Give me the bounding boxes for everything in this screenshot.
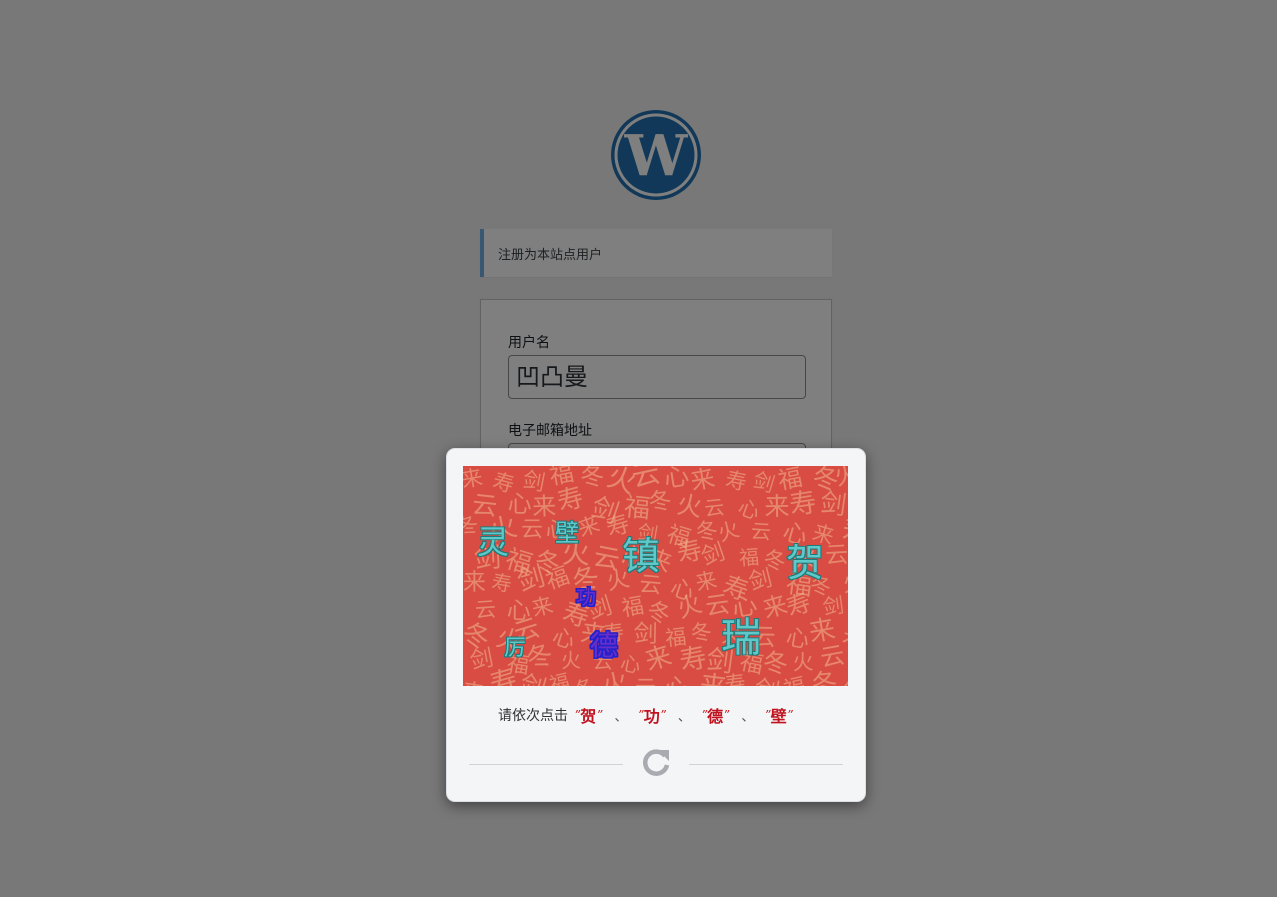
background-glyph: 云 xyxy=(474,597,497,622)
captcha-dialog: 来寿剑福冬火云心来寿剑福冬火云心来寿剑福冬火云心来寿剑福冬火云心来寿剑福冬火云心… xyxy=(446,448,866,802)
background-glyph: 寿 xyxy=(490,569,514,596)
background-glyph: 寿 xyxy=(723,671,747,686)
separator: 、 xyxy=(741,709,755,725)
separator: 、 xyxy=(614,709,628,725)
target-char-1: 贺 xyxy=(580,707,597,726)
quote-mark: ” xyxy=(659,708,666,722)
background-glyph: 云 xyxy=(635,676,656,686)
background-glyph: 云 xyxy=(825,542,848,569)
background-glyph: 来 xyxy=(764,492,790,521)
background-glyph: 福 xyxy=(620,594,646,622)
background-glyph: 云 xyxy=(521,517,543,542)
background-glyph: 云 xyxy=(703,495,725,521)
divider-right xyxy=(689,764,843,765)
captcha-char[interactable]: 功 xyxy=(576,585,596,609)
background-glyph: 火 xyxy=(675,490,704,523)
captcha-char[interactable]: 灵 xyxy=(477,523,509,561)
quote-mark: ” xyxy=(786,708,793,722)
background-glyph: 冬 xyxy=(647,488,673,516)
background-glyph: 来 xyxy=(463,570,486,596)
captcha-char[interactable]: 镇 xyxy=(622,534,660,578)
captcha-char[interactable]: 贺 xyxy=(786,541,824,585)
background-glyph: 福 xyxy=(738,545,760,570)
captcha-char[interactable]: 德 xyxy=(590,629,618,662)
background-glyph: 冬 xyxy=(580,466,604,491)
captcha-char[interactable]: 瑞 xyxy=(721,615,761,661)
captcha-image[interactable]: 来寿剑福冬火云心来寿剑福冬火云心来寿剑福冬火云心来寿剑福冬火云心来寿剑福冬火云心… xyxy=(463,466,848,686)
captcha-char[interactable]: 厉 xyxy=(504,636,526,661)
target-char-2: 功 xyxy=(643,707,660,726)
background-glyph: 冬 xyxy=(762,648,789,679)
background-glyph: 寿 xyxy=(723,467,748,495)
divider-left xyxy=(469,764,623,765)
refresh-button[interactable] xyxy=(639,746,673,780)
background-glyph: 云 xyxy=(750,519,772,544)
background-glyph: 冬 xyxy=(810,668,839,686)
background-glyph: 寿 xyxy=(787,487,819,522)
quote-mark: ” xyxy=(596,708,603,722)
target-char-3: 德 xyxy=(707,707,724,726)
captcha-instruction: 请依次点击 ” 贺 ” 、 ” 功 ” 、 ” 德 ” 、 ” 壁 ” xyxy=(498,704,793,726)
captcha-char[interactable]: 壁 xyxy=(555,519,579,547)
refresh-icon xyxy=(643,749,670,776)
separator: 、 xyxy=(677,709,691,725)
target-char-4: 壁 xyxy=(770,707,787,726)
quote-mark: ” xyxy=(723,708,730,722)
captcha-prompt: 请依次点击 xyxy=(498,708,568,724)
background-glyph: 心 xyxy=(661,673,691,686)
